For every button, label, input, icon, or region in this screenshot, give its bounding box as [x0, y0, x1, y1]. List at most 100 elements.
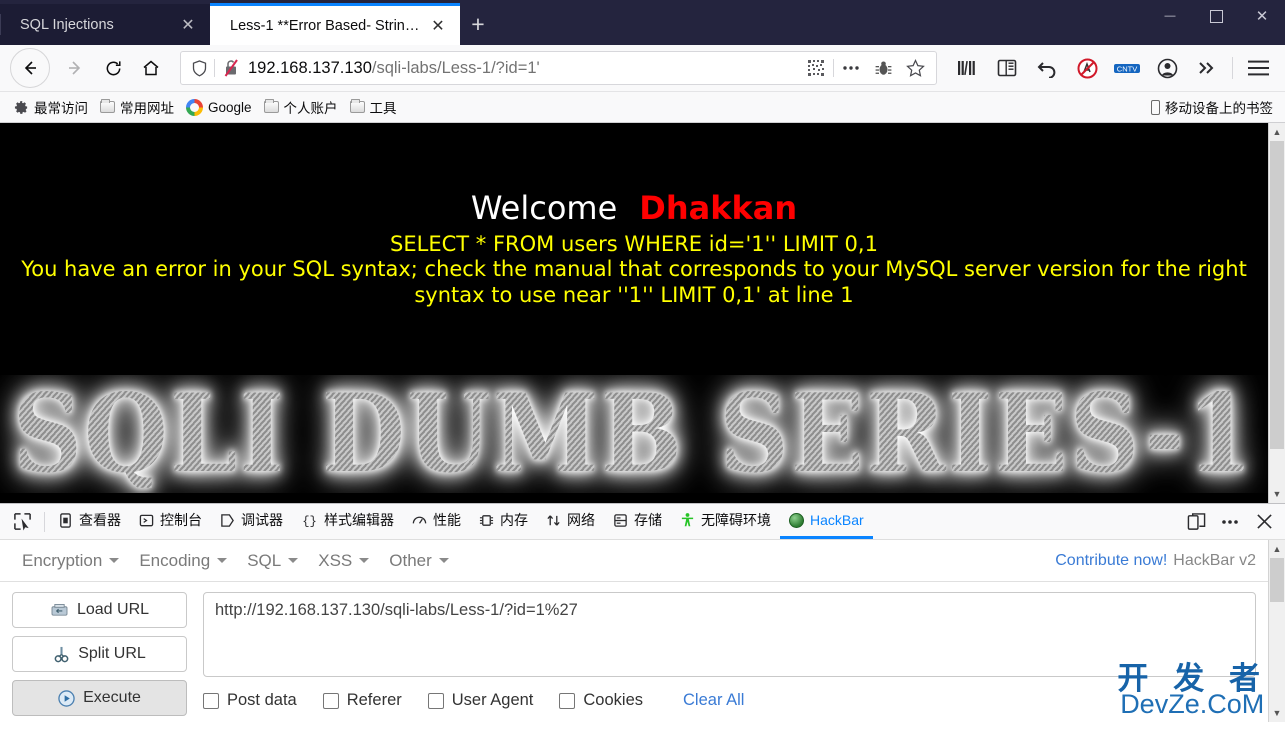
execute-button[interactable]: Execute	[12, 680, 187, 716]
scrollbar-track[interactable]	[1269, 141, 1285, 485]
browser-tab-1[interactable]: Less-1 **Error Based- String** ✕	[210, 3, 460, 45]
maximize-button[interactable]	[1193, 0, 1239, 32]
cntv-icon[interactable]: CNTV	[1107, 51, 1147, 85]
close-icon[interactable]: ✕	[426, 14, 450, 38]
button-label: Split URL	[78, 645, 146, 662]
devtools-tab-debugger[interactable]: 调试器	[211, 504, 292, 539]
devtools-tab-label: 控制台	[160, 512, 202, 528]
bug-icon[interactable]	[868, 53, 898, 83]
reload-button[interactable]	[94, 51, 132, 85]
forward-button[interactable]	[56, 51, 94, 85]
hackbar-input-area: http://192.168.137.130/sqli-labs/Less-1/…	[203, 592, 1256, 722]
chevron-down-icon	[438, 558, 449, 563]
adblock-icon[interactable]	[1067, 51, 1107, 85]
page-scrollbar[interactable]: ▲ ▼	[1268, 123, 1285, 503]
hackbar-menu-sql[interactable]: SQL	[237, 547, 308, 575]
post-data-checkbox[interactable]: Post data	[203, 691, 297, 710]
window-close-button[interactable]	[1239, 0, 1285, 32]
devtools-tab-performance[interactable]: 性能	[403, 504, 470, 539]
responsive-design-mode-icon[interactable]	[1179, 507, 1213, 537]
scrollbar-thumb[interactable]	[1270, 558, 1284, 602]
clear-all-link[interactable]: Clear All	[683, 691, 744, 710]
scrollbar-thumb[interactable]	[1270, 141, 1284, 449]
folder-icon	[263, 99, 279, 113]
contribute-link[interactable]: Contribute now!	[1055, 552, 1167, 570]
button-label: Load URL	[76, 601, 150, 618]
sql-query-text: SELECT * FROM users WHERE id='1'' LIMIT …	[390, 232, 878, 256]
load-url-icon	[51, 603, 68, 616]
window-controls	[1147, 0, 1285, 45]
scroll-down-arrow-icon[interactable]: ▼	[1269, 485, 1285, 503]
hackbar-menu-other[interactable]: Other	[379, 547, 459, 575]
devtools-divider	[44, 511, 45, 532]
broken-lock-icon[interactable]	[215, 59, 248, 77]
tab-strip: SQL Injections ✕ Less-1 **Error Based- S…	[0, 0, 496, 45]
ellipsis-icon[interactable]	[836, 53, 866, 83]
devtools-tab-network[interactable]: 网络	[537, 504, 604, 539]
scroll-down-arrow-icon[interactable]: ▼	[1269, 704, 1285, 722]
undo-icon[interactable]	[1027, 51, 1067, 85]
scrollbar-track[interactable]	[1269, 558, 1285, 704]
account-icon[interactable]	[1147, 51, 1187, 85]
url-text[interactable]: 192.168.137.130/sqli-labs/Less-1/?id=1'	[248, 59, 801, 78]
bookmark-most-visited[interactable]: 最常访问	[8, 95, 94, 119]
checkbox-box[interactable]	[322, 692, 339, 709]
overflow-chevrons-icon[interactable]	[1187, 51, 1227, 85]
hackbar-menu-xss[interactable]: XSS	[308, 547, 379, 575]
welcome-heading: Welcome Dhakkan	[0, 189, 1268, 227]
back-button[interactable]	[10, 48, 50, 88]
qr-code-icon[interactable]	[801, 53, 831, 83]
folder-icon	[100, 99, 115, 113]
checkbox-label: Referer	[346, 691, 402, 709]
shield-icon[interactable]	[187, 59, 214, 77]
bookmark-google[interactable]: Google	[180, 97, 258, 118]
url-bar[interactable]: 192.168.137.130/sqli-labs/Less-1/?id=1'	[180, 51, 937, 85]
bookmark-tools[interactable]: 工具	[344, 95, 403, 119]
console-icon	[139, 514, 154, 526]
performance-icon	[412, 516, 427, 524]
browser-tab-0[interactable]: SQL Injections ✕	[0, 4, 210, 45]
close-icon[interactable]: ✕	[176, 13, 200, 37]
referer-checkbox[interactable]: Referer	[322, 691, 402, 710]
checkbox-box[interactable]	[559, 692, 576, 709]
user-agent-checkbox[interactable]: User Agent	[427, 691, 533, 710]
devtools-tab-inspector[interactable]: 查看器	[49, 504, 130, 539]
element-picker-icon[interactable]	[4, 507, 40, 537]
cookies-checkbox[interactable]: Cookies	[559, 691, 643, 710]
url-input[interactable]: http://192.168.137.130/sqli-labs/Less-1/…	[203, 592, 1256, 677]
storage-icon	[614, 513, 627, 527]
hackbar-menu-encryption[interactable]: Encryption	[12, 547, 129, 575]
google-icon	[186, 98, 203, 116]
checkbox-box[interactable]	[427, 692, 444, 709]
split-url-button[interactable]: Split URL	[12, 636, 187, 672]
home-button[interactable]	[132, 51, 170, 85]
sidebar-icon[interactable]	[987, 51, 1027, 85]
new-tab-button[interactable]: +	[460, 4, 496, 45]
mobile-phone-icon	[1151, 99, 1160, 115]
devtools-tab-hackbar[interactable]: HackBar	[780, 504, 873, 539]
bookmark-mobile-bookmarks[interactable]: 移动设备上的书签	[1145, 95, 1277, 119]
scroll-up-arrow-icon[interactable]: ▲	[1269, 123, 1285, 141]
devtools-tab-storage[interactable]: 存储	[604, 504, 671, 539]
devtools-close-icon[interactable]	[1247, 507, 1281, 537]
checkbox-box[interactable]	[203, 692, 219, 709]
devtools-tab-memory[interactable]: 内存	[470, 504, 537, 539]
menu-label: XSS	[318, 550, 353, 570]
bookmark-common-sites[interactable]: 常用网址	[94, 95, 180, 119]
devtools-options-icon[interactable]	[1213, 507, 1247, 537]
hackbar-menu-encoding[interactable]: Encoding	[129, 547, 237, 575]
devtools-tab-style-editor[interactable]: {} 样式编辑器	[292, 504, 403, 539]
load-url-button[interactable]: Load URL	[12, 592, 187, 628]
star-icon[interactable]	[900, 53, 930, 83]
sqli-dumb-series-banner: SQLI DUMB SERIES-1	[0, 375, 1268, 493]
bookmark-label: Google	[208, 99, 252, 115]
scroll-up-arrow-icon[interactable]: ▲	[1269, 540, 1285, 558]
devtools-tab-accessibility[interactable]: 无障碍环境	[671, 504, 780, 539]
library-icon[interactable]	[947, 51, 987, 85]
hamburger-menu-icon[interactable]	[1238, 51, 1278, 85]
bookmark-personal-accounts[interactable]: 个人账户	[258, 95, 344, 119]
hackbar-panel: Encryption Encoding SQL XSS Other Contri…	[0, 540, 1285, 722]
hackbar-scrollbar[interactable]: ▲ ▼	[1268, 540, 1285, 722]
minimize-button[interactable]	[1147, 0, 1193, 32]
devtools-tab-console[interactable]: 控制台	[130, 504, 211, 539]
